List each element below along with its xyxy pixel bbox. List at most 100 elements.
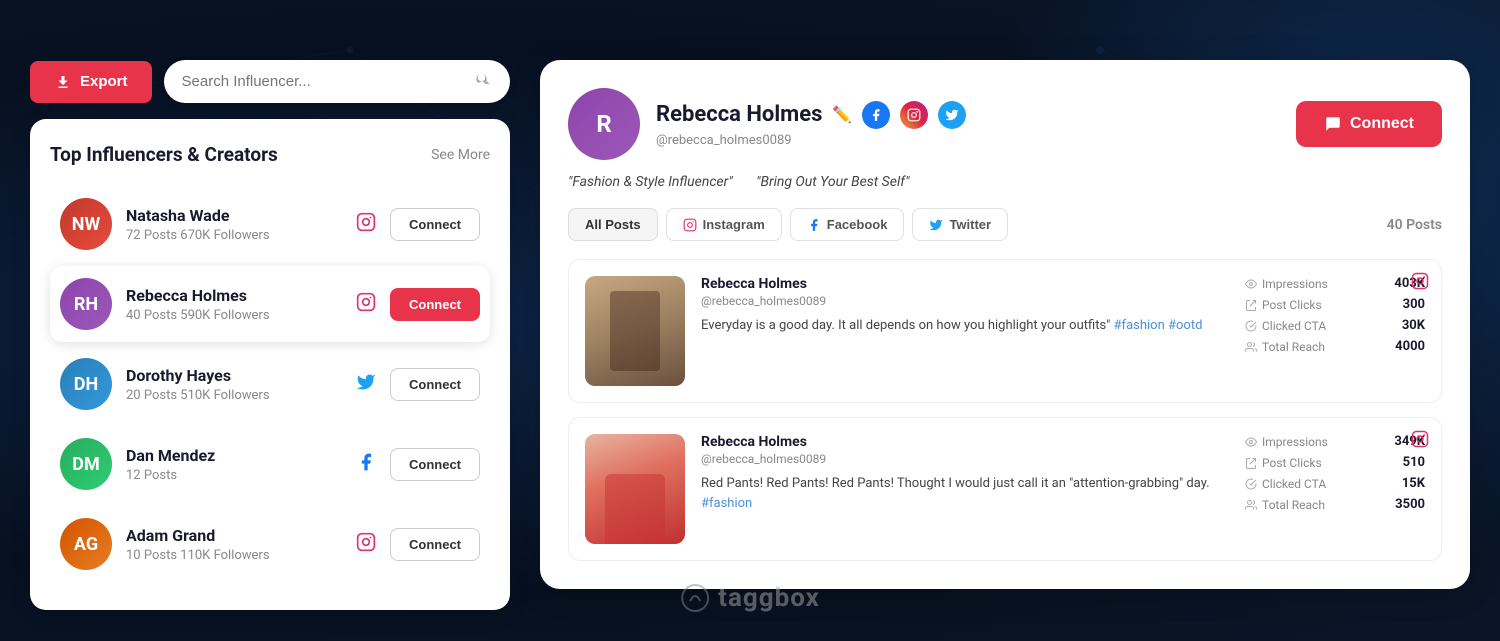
influencer-stats-dan: 12 Posts [126, 468, 342, 483]
connect-btn-dan[interactable]: Connect [390, 448, 480, 481]
tab-all-posts-label: All Posts [585, 217, 641, 232]
left-panel: Export Top Influencers & Creators See Mo… [30, 60, 510, 610]
metric-label-clicks-2: Post Clicks [1245, 456, 1322, 470]
edit-icon[interactable]: ✏️ [832, 105, 852, 124]
tab-facebook-label: Facebook [827, 217, 888, 232]
page-wrapper: Export Top Influencers & Creators See Mo… [0, 0, 1500, 641]
list-title: Top Influencers & Creators [50, 143, 278, 166]
profile-name-row: Rebecca Holmes ✏️ [656, 101, 1280, 129]
metric-label-cta-2: Clicked CTA [1245, 477, 1326, 491]
connect-btn-natasha[interactable]: Connect [390, 208, 480, 241]
influencer-info-adam: Adam Grand 10 Posts 110K Followers [126, 526, 342, 563]
profile-handle: @rebecca_holmes0089 [656, 133, 1280, 148]
post-handle-2: @rebecca_holmes0089 [701, 452, 1229, 466]
posts-count: 40 Posts [1387, 217, 1442, 233]
tab-facebook[interactable]: Facebook [790, 208, 905, 241]
influencer-item-rebecca[interactable]: RH Rebecca Holmes 40 Posts 590K Follower… [50, 266, 490, 342]
list-header: Top Influencers & Creators See More [50, 143, 490, 166]
avatar-natasha: NW [60, 198, 112, 250]
metric-clicks-1: Post Clicks 300 [1245, 297, 1425, 312]
tab-instagram-label: Instagram [703, 217, 765, 232]
tabs-row: All Posts Instagram Facebook Twitter 40 … [568, 208, 1442, 241]
instagram-tab-icon [683, 218, 697, 232]
metric-impressions-1: Impressions 403K [1245, 276, 1425, 291]
connect-btn-dorothy[interactable]: Connect [390, 368, 480, 401]
avatar-dorothy: DH [60, 358, 112, 410]
export-label: Export [80, 73, 128, 90]
influencer-stats-natasha: 72 Posts 670K Followers [126, 228, 342, 243]
profile-name: Rebecca Holmes [656, 102, 822, 127]
platform-icon-adam [356, 532, 376, 556]
post-metrics-1: Impressions 403K Post Clicks 300 [1245, 276, 1425, 354]
see-more-link[interactable]: See More [431, 147, 490, 163]
metric-reach-1: Total Reach 4000 [1245, 339, 1425, 354]
influencer-list-card: Top Influencers & Creators See More NW N… [30, 119, 510, 610]
influencer-items-container: NW Natasha Wade 72 Posts 670K Followers … [50, 186, 490, 582]
post-text-2: Red Pants! Red Pants! Red Pants! Thought… [701, 474, 1229, 513]
connect-btn-adam[interactable]: Connect [390, 528, 480, 561]
chat-icon [1324, 115, 1342, 133]
right-panel: R Rebecca Holmes ✏️ @rebecca_ho [540, 60, 1470, 589]
metric-cta-2: Clicked CTA 15K [1245, 476, 1425, 491]
tab-all-posts[interactable]: All Posts [568, 208, 658, 241]
search-input[interactable] [182, 73, 464, 90]
influencer-name-natasha: Natasha Wade [126, 206, 342, 225]
post-hashtag-2: #fashion [701, 496, 752, 511]
influencer-info-dan: Dan Mendez 12 Posts [126, 446, 342, 483]
profile-bio: "Fashion & Style Influencer" "Bring Out … [568, 174, 1442, 190]
profile-info: Rebecca Holmes ✏️ @rebecca_holmes0089 [656, 101, 1280, 148]
connect-main-label: Connect [1350, 115, 1414, 133]
platform-icon-natasha [356, 212, 376, 236]
metric-value-reach-1: 4000 [1395, 339, 1425, 354]
tab-instagram[interactable]: Instagram [666, 208, 782, 241]
metric-clicks-2: Post Clicks 510 [1245, 455, 1425, 470]
post-card-2: Rebecca Holmes @rebecca_holmes0089 Red P… [568, 417, 1442, 561]
profile-connect-button[interactable]: Connect [1296, 101, 1442, 147]
influencer-name-dan: Dan Mendez [126, 446, 342, 465]
search-box [164, 60, 510, 103]
metric-label-clicks-1: Post Clicks [1245, 298, 1322, 312]
post-metrics-2: Impressions 349K Post Clicks 510 [1245, 434, 1425, 512]
twitter-link-icon[interactable] [938, 101, 966, 129]
metric-value-cta-2: 15K [1402, 476, 1425, 491]
post-thumbnail-2 [585, 434, 685, 544]
tab-twitter-label: Twitter [949, 217, 991, 232]
platform-icon-dan [356, 452, 376, 476]
post-hashtag-1: #fashion #ootd [1114, 318, 1203, 333]
metric-cta-1: Clicked CTA 30K [1245, 318, 1425, 333]
facebook-tab-icon [807, 218, 821, 232]
avatar-dan: DM [60, 438, 112, 490]
influencer-item-natasha[interactable]: NW Natasha Wade 72 Posts 670K Followers … [50, 186, 490, 262]
metric-impressions-2: Impressions 349K [1245, 434, 1425, 449]
metric-label-reach-1: Total Reach [1245, 340, 1325, 354]
influencer-item-dan[interactable]: DM Dan Mendez 12 Posts Connect [50, 426, 490, 502]
taggbox-logo: taggbox [680, 583, 820, 613]
platform-icon-dorothy [356, 372, 376, 396]
influencer-name-dorothy: Dorothy Hayes [126, 366, 342, 385]
profile-avatar: R [568, 88, 640, 160]
post-card-1: Rebecca Holmes @rebecca_holmes0089 Every… [568, 259, 1442, 403]
search-icon [474, 70, 492, 93]
metric-value-cta-1: 30K [1402, 318, 1425, 333]
toolbar: Export [30, 60, 510, 103]
facebook-link-icon[interactable] [862, 101, 890, 129]
posts-area: Rebecca Holmes @rebecca_holmes0089 Every… [568, 259, 1442, 561]
post-handle-1: @rebecca_holmes0089 [701, 294, 1229, 308]
influencer-item-dorothy[interactable]: DH Dorothy Hayes 20 Posts 510K Followers… [50, 346, 490, 422]
tab-twitter[interactable]: Twitter [912, 208, 1008, 241]
influencer-stats-dorothy: 20 Posts 510K Followers [126, 388, 342, 403]
influencer-stats-adam: 10 Posts 110K Followers [126, 548, 342, 563]
export-button[interactable]: Export [30, 61, 152, 103]
metric-reach-2: Total Reach 3500 [1245, 497, 1425, 512]
connect-btn-rebecca[interactable]: Connect [390, 288, 480, 321]
post-content-2: Rebecca Holmes @rebecca_holmes0089 Red P… [701, 434, 1229, 513]
bio-part-1: "Fashion & Style Influencer" [568, 174, 733, 190]
platform-icon-rebecca [356, 292, 376, 316]
metric-value-clicks-1: 300 [1403, 297, 1425, 312]
post-text-1: Everyday is a good day. It all depends o… [701, 316, 1229, 336]
post-platform-icon-1 [1411, 272, 1429, 294]
instagram-link-icon[interactable] [900, 101, 928, 129]
avatar-adam: AG [60, 518, 112, 570]
influencer-info-dorothy: Dorothy Hayes 20 Posts 510K Followers [126, 366, 342, 403]
influencer-item-adam[interactable]: AG Adam Grand 10 Posts 110K Followers Co… [50, 506, 490, 582]
